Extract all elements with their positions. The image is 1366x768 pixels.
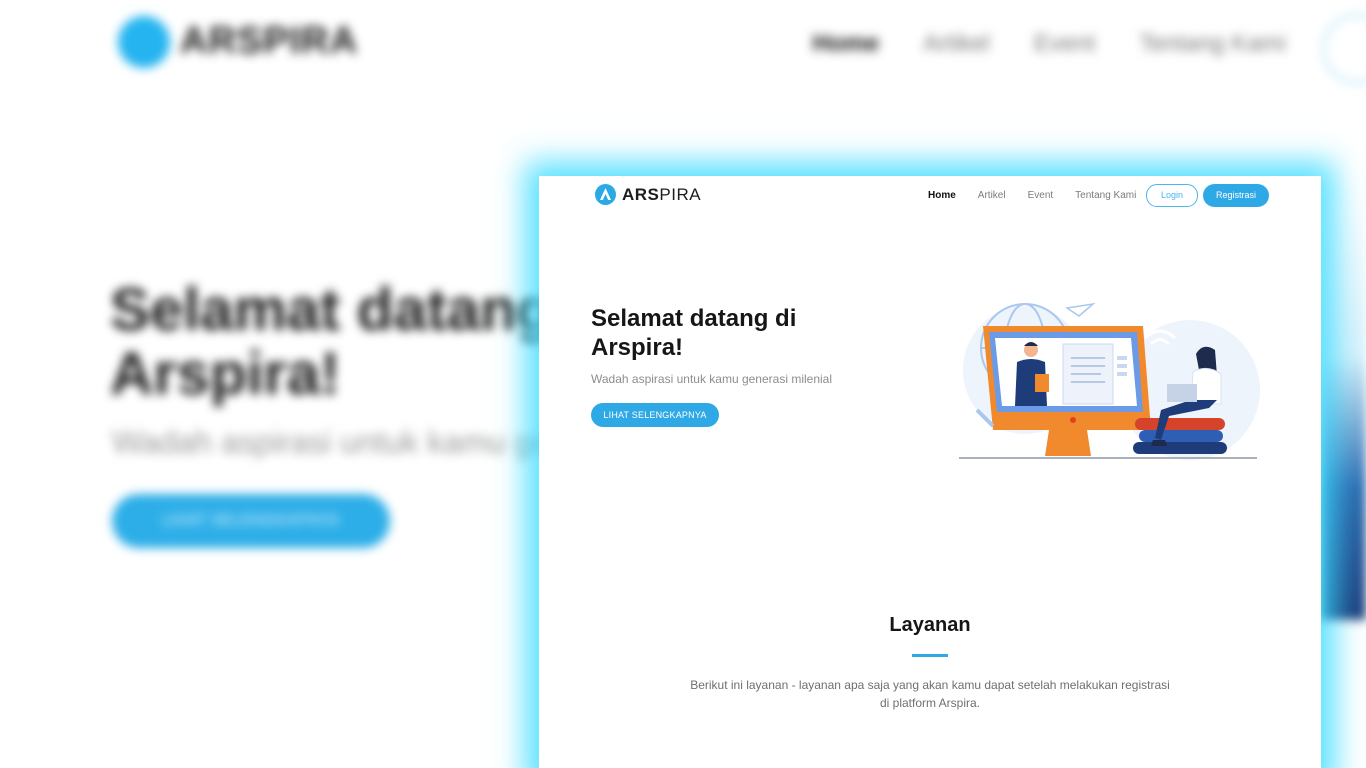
bg-illustration-edge <box>1320 180 1366 620</box>
bg-nav-home: Home <box>812 30 880 57</box>
nav-item-event[interactable]: Event <box>1028 190 1054 201</box>
bg-nav-artikel: Artikel <box>923 30 990 57</box>
bg-login-button <box>1322 14 1366 84</box>
brand-name: ARSPIRA <box>622 184 702 204</box>
hero-cta-button[interactable]: LIHAT SELENGKAPNYA <box>591 403 719 427</box>
bg-logo-text: ARSPIRA <box>180 20 359 62</box>
brand-logo[interactable]: ARSPIRA <box>595 184 701 205</box>
nav-item-artikel[interactable]: Artikel <box>978 190 1006 201</box>
computer-people-illustration <box>959 302 1260 460</box>
arspira-logo-icon <box>595 184 616 205</box>
login-button[interactable]: Login <box>1146 184 1198 207</box>
bg-hero-cta: LIHAT SELENGKAPNYA <box>112 494 390 548</box>
website-window: ARSPIRA Home Artikel Event Tentang Kami … <box>539 176 1321 768</box>
bg-logo-icon <box>118 16 170 68</box>
navbar: ARSPIRA Home Artikel Event Tentang Kami … <box>539 176 1321 216</box>
register-button[interactable]: Registrasi <box>1203 184 1269 207</box>
hero-illustration <box>955 300 1265 475</box>
services-title: Layanan <box>889 614 971 636</box>
hero-title: Selamat datang di Arspira! <box>591 305 797 361</box>
nav-links: Home Artikel Event Tentang Kami <box>928 190 1136 201</box>
hero-subtitle: Wadah aspirasi untuk kamu generasi milen… <box>591 372 833 386</box>
bg-nav: Home Artikel Event Tentang Kami <box>812 30 1286 58</box>
bg-nav-tentang: Tentang Kami <box>1139 30 1286 57</box>
bg-nav-event: Event <box>1033 30 1096 57</box>
screenshot-stage: ARSPIRA Home Artikel Event Tentang Kami … <box>0 0 1366 768</box>
nav-item-tentang-kami[interactable]: Tentang Kami <box>1075 190 1136 201</box>
services-title-underline <box>912 654 948 657</box>
nav-item-home[interactable]: Home <box>928 190 956 201</box>
services-description: Berikut ini layanan - layanan apa saja y… <box>690 678 1170 710</box>
